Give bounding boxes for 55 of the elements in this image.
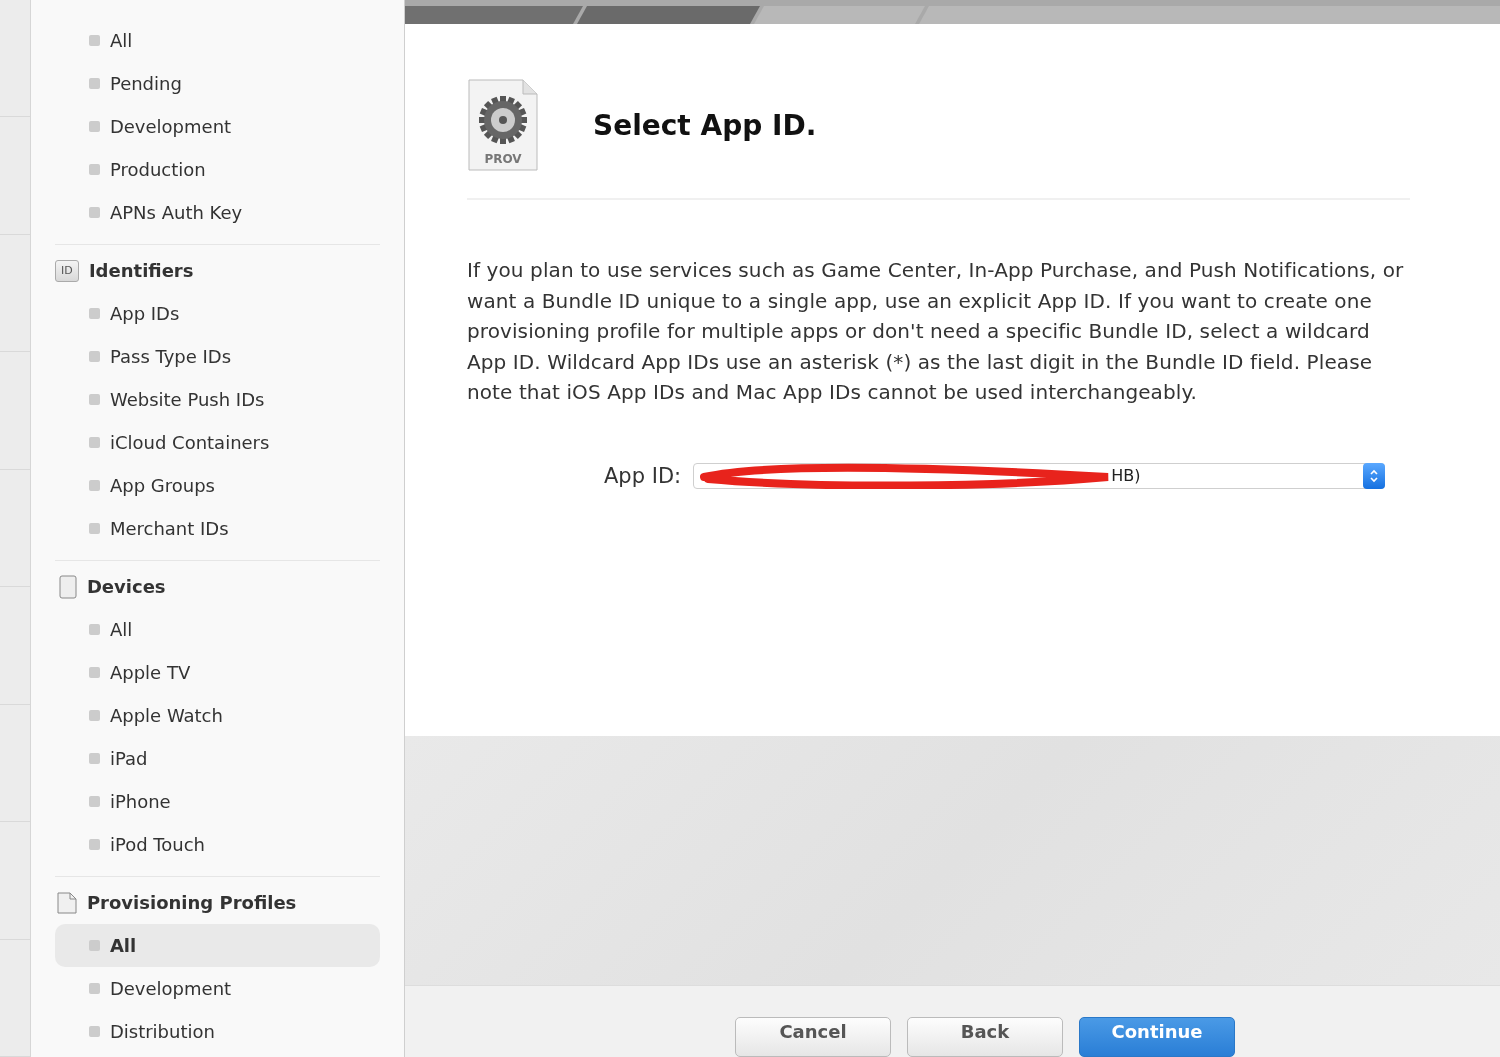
- page-title: Select App ID.: [593, 108, 817, 142]
- phone-icon: [58, 574, 77, 599]
- file-type-label: PROV: [483, 152, 523, 166]
- app-id-select[interactable]: HB): [693, 462, 1386, 489]
- sidebar-item[interactable]: iPad: [54, 737, 380, 780]
- sidebar-item[interactable]: APNs Auth Key: [54, 191, 380, 234]
- document-icon: [56, 891, 77, 914]
- sidebar-item[interactable]: Apple TV: [54, 651, 380, 694]
- sidebar-item[interactable]: Pass Type IDs: [54, 335, 380, 378]
- sidebar-item[interactable]: Distribution: [54, 1010, 380, 1053]
- section-heading: Devices: [86, 576, 166, 597]
- sidebar-item[interactable]: iCloud Containers: [54, 421, 380, 464]
- sidebar-item[interactable]: Apple Watch: [54, 694, 380, 737]
- bullet-icon: [88, 207, 100, 218]
- bullet-icon: [88, 983, 100, 994]
- sidebar-item[interactable]: Development: [54, 105, 380, 148]
- sidebar-item[interactable]: iPhone: [54, 780, 380, 823]
- field-label: App ID:: [604, 463, 682, 488]
- description-text: If you plan to use services such as Game Center, In-App Purchase, and Push Notifications, or want a Bundle ID unique to a single app, use an explicit App ID. If you want to create one provisioning profile for multiple apps or don't need a specific Bundle ID, select a wildcard App ID. Wildcard App IDs use an asterisk (*) as the last digit in the Bundle ID field. Please note that iOS App IDs and Mac App IDs cannot be used interchangeably.: [467, 257, 1405, 406]
- button[interactable]: Cancel: [735, 1017, 891, 1057]
- sidebar-item[interactable]: Pending: [54, 62, 380, 105]
- button[interactable]: Back: [907, 1017, 1063, 1057]
- bullet-icon: [88, 78, 100, 89]
- bullet-icon: [88, 796, 100, 807]
- section-heading: Provisioning Profiles: [86, 892, 297, 913]
- bullet-icon: [88, 480, 100, 491]
- sidebar-item[interactable]: App IDs: [54, 292, 380, 335]
- bullet-icon: [88, 940, 100, 951]
- bullet-icon: [88, 164, 100, 175]
- bullet-icon: [88, 667, 100, 678]
- bullet-icon: [88, 839, 100, 850]
- sidebar-item[interactable]: All: [54, 608, 380, 651]
- stepper-icon: [1363, 462, 1386, 489]
- id-badge-icon: ID: [54, 259, 79, 282]
- bullet-icon: [88, 351, 100, 362]
- bullet-icon: [88, 394, 100, 405]
- bullet-icon: [88, 308, 100, 319]
- provisioning-file-icon: [467, 78, 539, 172]
- bullet-icon: [88, 437, 100, 448]
- bullet-icon: [88, 1026, 100, 1037]
- sidebar-item[interactable]: Website Push IDs: [54, 378, 380, 421]
- bullet-icon: [88, 523, 100, 534]
- bullet-icon: [88, 624, 100, 635]
- sidebar-item[interactable]: Merchant IDs: [54, 507, 380, 550]
- sidebar-item[interactable]: App Groups: [54, 464, 380, 507]
- sidebar-item[interactable]: All: [54, 19, 380, 62]
- section-heading: Identifiers: [88, 260, 194, 281]
- sidebar-item[interactable]: All: [54, 924, 380, 967]
- bullet-icon: [88, 710, 100, 721]
- bullet-icon: [88, 121, 100, 132]
- sidebar-item[interactable]: Production: [54, 148, 380, 191]
- bullet-icon: [88, 753, 100, 764]
- sidebar-item[interactable]: iPod Touch: [54, 823, 380, 866]
- sidebar-item[interactable]: Development: [54, 967, 380, 1010]
- bullet-icon: [88, 35, 100, 46]
